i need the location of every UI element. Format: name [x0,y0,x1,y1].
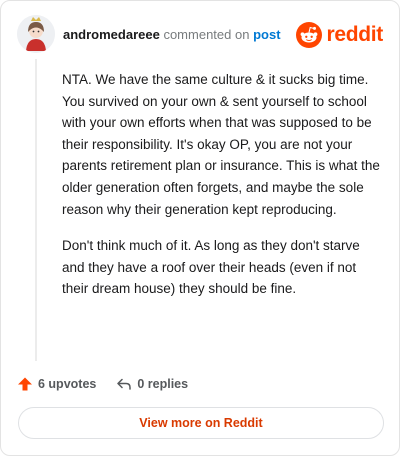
comment-embed-card: andromedareee commented on post reddit N… [0,0,400,456]
view-more-button[interactable]: View more on Reddit [18,407,384,439]
reddit-wordmark: reddit [326,23,383,46]
thread-line [35,59,37,361]
comment-paragraph: NTA. We have the same culture & it sucks… [62,72,380,217]
commented-on-text: commented on [163,27,250,42]
comment-paragraph: Don't think much of it. As long as they … [62,238,360,297]
author-line: andromedareee commented on post [63,27,281,42]
upvote-arrow-icon [18,377,32,391]
reddit-logo[interactable]: reddit [296,21,383,49]
comment-header: andromedareee commented on post reddit [17,15,383,55]
user-avatar[interactable] [17,15,55,53]
comment-body: NTA. We have the same culture & it sucks… [62,69,382,315]
reply-arrow-icon [117,378,132,390]
upvote-button[interactable]: 6 upvotes [17,376,96,392]
comment-actions: 6 upvotes 0 replies [17,373,188,395]
reply-count: 0 replies [137,377,189,391]
reply-button[interactable]: 0 replies [116,376,188,392]
post-link[interactable]: post [253,27,280,42]
author-link[interactable]: andromedareee [63,27,160,42]
reddit-alien-icon [296,22,323,48]
upvote-count: 6 upvotes [38,377,97,391]
